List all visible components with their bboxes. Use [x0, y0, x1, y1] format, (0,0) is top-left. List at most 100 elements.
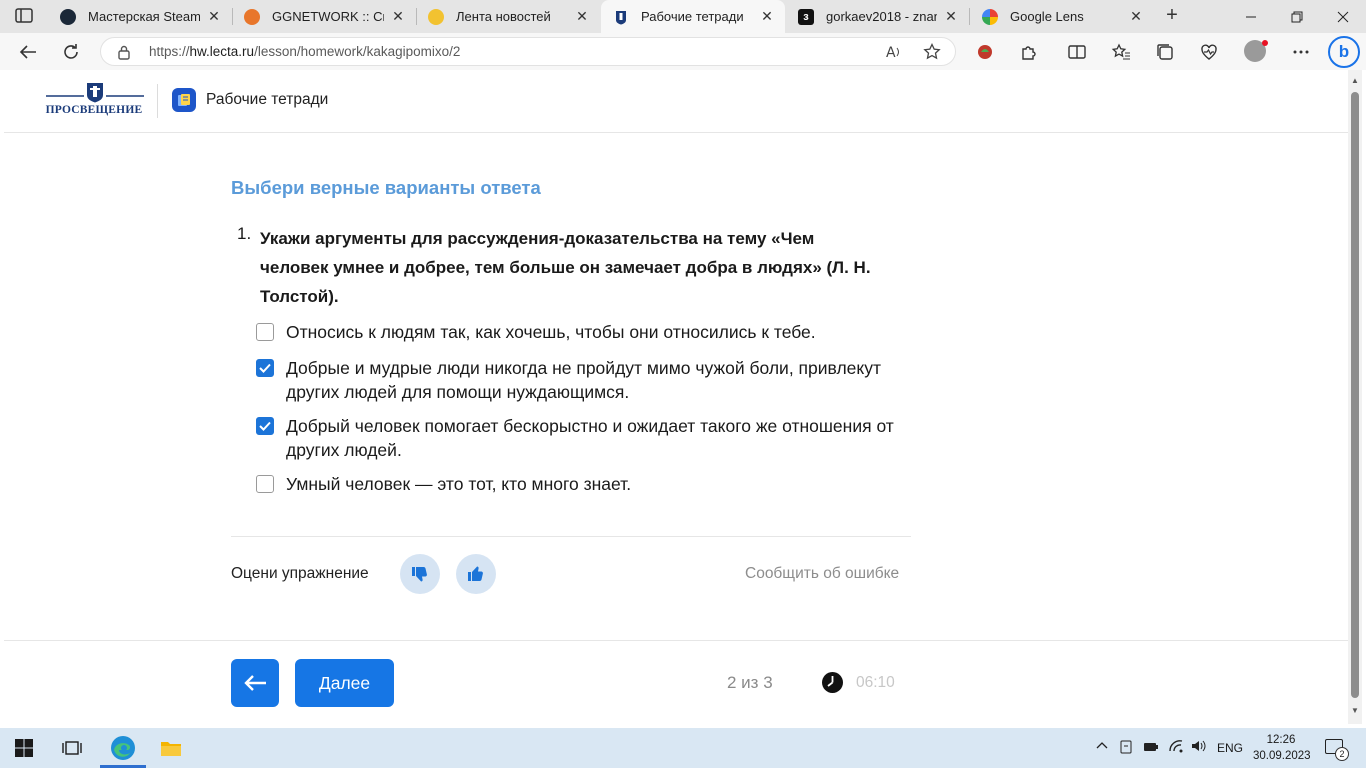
scrollbar-thumb[interactable] [1351, 92, 1359, 698]
thumbs-down-icon [412, 567, 427, 582]
thumbs-up-icon [468, 566, 483, 581]
close-tab-icon[interactable]: ✕ [390, 8, 406, 25]
network-adapter-icon[interactable] [1119, 740, 1133, 757]
tab-title: Лента новостей [456, 9, 551, 24]
favorites-icon[interactable] [1108, 39, 1134, 65]
timer-text: 06:10 [856, 674, 895, 691]
browser-tab-google-lens[interactable]: Google Lens ✕ [970, 0, 1154, 33]
report-error-link[interactable]: Сообщить об ошибке [745, 565, 899, 583]
edge-taskbar-icon[interactable] [99, 728, 147, 768]
prosveshchenie-logo[interactable]: ПРОСВЕЩЕНИЕ [44, 82, 146, 118]
steam-icon [60, 8, 76, 25]
previous-button[interactable] [231, 659, 279, 707]
split-screen-icon[interactable] [1064, 39, 1090, 65]
notification-count-badge: 2 [1335, 747, 1349, 761]
tab-title: Рабочие тетради [641, 9, 744, 24]
answer-option[interactable]: Добрый человек помогает бескорыстно и ож… [256, 414, 896, 462]
language-indicator[interactable]: ENG [1217, 741, 1243, 755]
back-arrow-icon[interactable] [15, 39, 41, 65]
browser-tab-znanija[interactable]: з gorkaev2018 - znanija ✕ [786, 0, 969, 33]
tab-title: gorkaev2018 - znanija [826, 9, 937, 24]
new-tab-icon[interactable]: + [1160, 5, 1184, 27]
browser-toolbar: https://hw.lecta.ru/lesson/homework/kaka… [0, 33, 1366, 70]
next-button[interactable]: Далее [295, 659, 394, 707]
scroll-up-icon[interactable]: ▲ [1351, 76, 1359, 85]
performance-heart-icon[interactable] [1196, 39, 1222, 65]
thumbs-up-button[interactable] [456, 554, 496, 594]
arrow-left-icon [244, 675, 266, 691]
logo-text: ПРОСВЕЩЕНИЕ [45, 104, 143, 116]
close-tab-icon[interactable]: ✕ [943, 8, 959, 25]
znanija-icon: з [798, 8, 814, 25]
volume-icon[interactable] [1191, 739, 1207, 756]
close-tab-icon[interactable]: ✕ [1128, 8, 1144, 25]
checkmark-icon [259, 421, 271, 431]
browser-tab-ggnetwork[interactable]: GGNETWORK :: Скачат ✕ [232, 0, 416, 33]
page-scrollbar[interactable]: ▲ ▼ [1348, 70, 1362, 724]
extension-icon[interactable] [972, 39, 998, 65]
scroll-down-icon[interactable]: ▼ [1351, 706, 1359, 715]
answer-option-text[interactable]: Умный человек — это тот, кто много знает… [286, 472, 631, 496]
ggnetwork-icon [244, 8, 260, 25]
checkbox-checked[interactable] [256, 359, 274, 377]
browser-tab-news[interactable]: Лента новостей ✕ [416, 0, 600, 33]
more-menu-icon[interactable] [1288, 39, 1314, 65]
answer-option-text[interactable]: Относись к людям так, как хочешь, чтобы … [286, 320, 816, 344]
url-text[interactable]: https://hw.lecta.ru/lesson/homework/kaka… [149, 44, 460, 59]
windows-start-icon[interactable] [0, 728, 48, 768]
minimize-icon[interactable] [1228, 0, 1274, 33]
progress-text: 2 из 3 [727, 673, 773, 692]
read-aloud-icon[interactable]: A [885, 43, 903, 66]
bing-copilot-icon[interactable]: b [1328, 36, 1360, 68]
collections-icon[interactable] [1152, 39, 1178, 65]
workbook-app-icon[interactable] [172, 88, 196, 112]
browser-tab-steam[interactable]: Мастерская Steam::C6 ✕ [48, 0, 232, 33]
close-window-icon[interactable] [1320, 0, 1366, 33]
file-explorer-icon[interactable] [147, 728, 195, 768]
checkbox-checked[interactable] [256, 417, 274, 435]
url-host: hw.lecta.ru [189, 44, 255, 59]
url-prefix: https:// [149, 44, 190, 59]
address-bar[interactable]: https://hw.lecta.ru/lesson/homework/kaka… [100, 37, 956, 66]
prosveshchenie-icon [613, 9, 629, 25]
windows-taskbar: ENG 12:26 30.09.2023 2 [0, 728, 1366, 768]
app-title[interactable]: Рабочие тетради [206, 91, 328, 109]
tab-title: Google Lens [1010, 9, 1084, 24]
battery-icon[interactable] [1143, 740, 1159, 757]
clock-time: 12:26 [1266, 734, 1296, 746]
favorite-star-icon[interactable] [923, 42, 941, 66]
browser-tab-workbooks[interactable]: Рабочие тетради ✕ [601, 0, 785, 33]
wifi-icon[interactable] [1168, 739, 1184, 756]
profile-notification-dot [1262, 40, 1268, 46]
news-icon [428, 8, 444, 25]
google-icon [982, 8, 998, 25]
checkbox-unchecked[interactable] [256, 475, 274, 493]
page-viewport: ПРОСВЕЩЕНИЕ Рабочие тетради Выбери верны… [4, 70, 1348, 724]
footer-divider [4, 640, 1348, 641]
url-path: /lesson/homework/kakagipomixo/2 [254, 44, 461, 59]
close-tab-icon[interactable]: ✕ [574, 8, 590, 25]
answer-option[interactable]: Умный человек — это тот, кто много знает… [256, 472, 896, 496]
task-heading: Выбери верные варианты ответа [231, 177, 541, 198]
question-number: 1. [237, 224, 252, 243]
thumbs-down-button[interactable] [400, 554, 440, 594]
tab-actions-icon[interactable] [14, 7, 34, 25]
svg-text:A: A [886, 45, 896, 61]
answer-option-text[interactable]: Добрые и мудрые люди никогда не пройдут … [286, 356, 896, 404]
answer-option-text[interactable]: Добрый человек помогает бескорыстно и ож… [286, 414, 896, 462]
tab-title: GGNETWORK :: Скачат [272, 9, 384, 24]
show-hidden-icons[interactable] [1096, 739, 1108, 753]
lock-icon[interactable] [117, 44, 131, 65]
tab-title: Мастерская Steam::C6 [88, 9, 200, 24]
extensions-puzzle-icon[interactable] [1016, 39, 1042, 65]
system-clock[interactable]: 12:26 30.09.2023 [1253, 732, 1311, 764]
refresh-icon[interactable] [58, 39, 84, 65]
close-tab-icon[interactable]: ✕ [759, 8, 775, 25]
answer-option[interactable]: Относись к людям так, как хочешь, чтобы … [256, 320, 896, 344]
task-view-icon[interactable] [48, 728, 96, 768]
clock-date: 30.09.2023 [1253, 750, 1311, 762]
close-tab-icon[interactable]: ✕ [206, 8, 222, 25]
answer-option[interactable]: Добрые и мудрые люди никогда не пройдут … [256, 356, 896, 404]
restore-icon[interactable] [1274, 0, 1320, 33]
checkbox-unchecked[interactable] [256, 323, 274, 341]
